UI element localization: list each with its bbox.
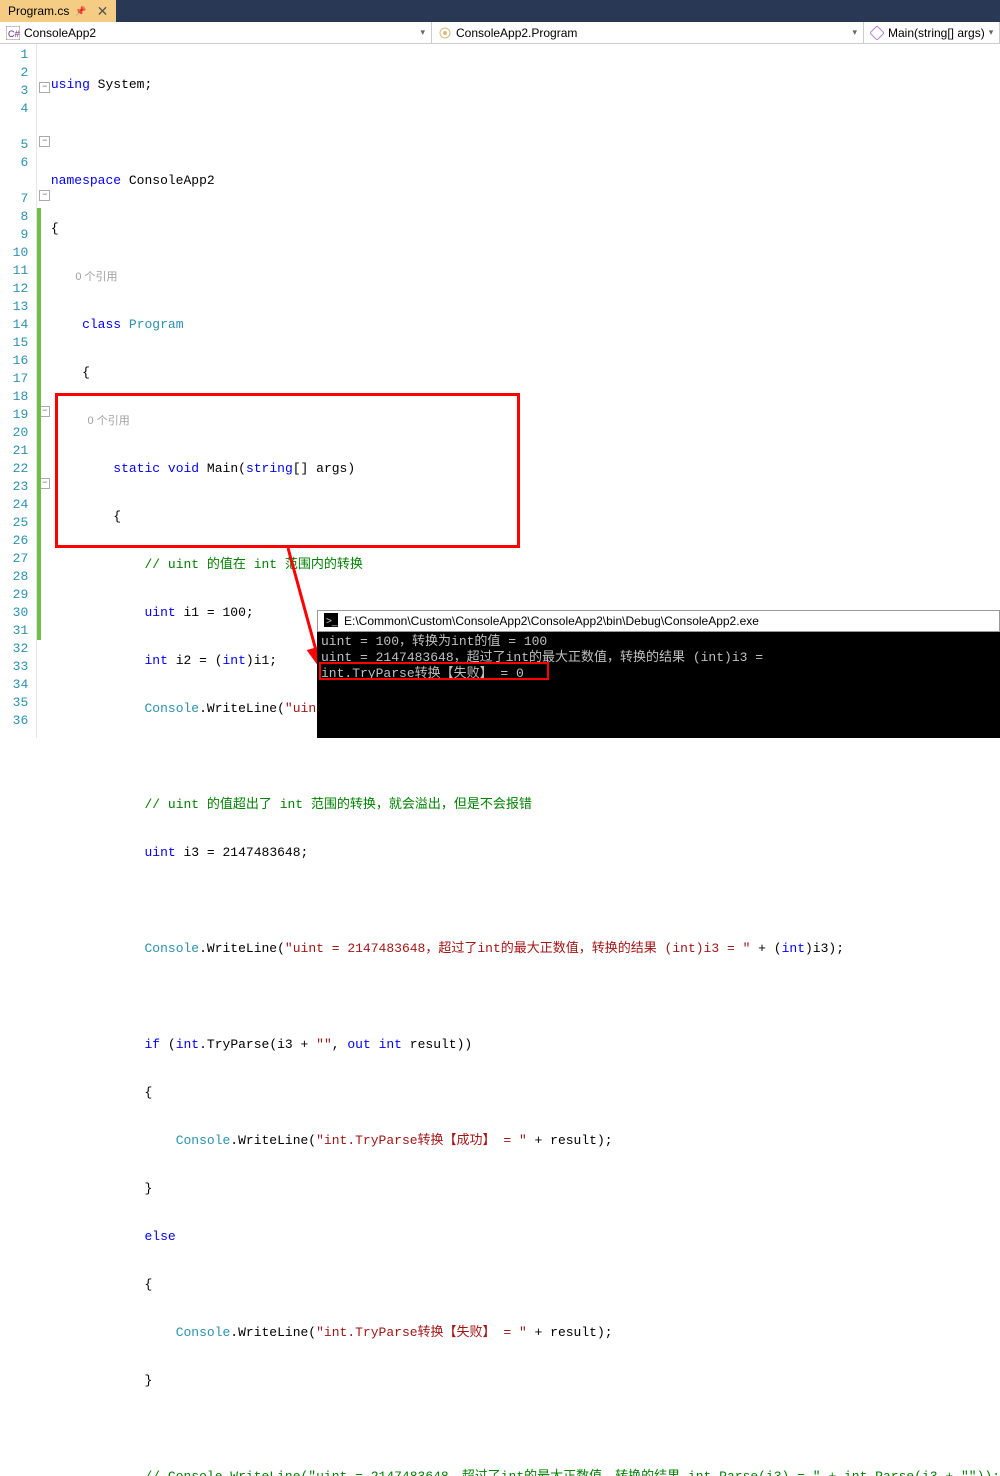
svg-text:C#: C# <box>8 29 20 39</box>
codelens-refs[interactable]: 0 个引用 <box>75 271 117 283</box>
code-nav-bar: C# ConsoleApp2 ▾ ConsoleApp2.Program ▾ M… <box>0 22 1000 44</box>
class-icon <box>438 26 452 40</box>
svg-text:>_: >_ <box>326 616 338 627</box>
method-icon <box>870 26 884 40</box>
nav-project-label: ConsoleApp2 <box>24 26 96 40</box>
fold-column: − − − − − <box>37 44 47 738</box>
kw-namespace: namespace <box>51 173 121 188</box>
nav-method-label: Main(string[] args) <box>888 26 985 40</box>
nav-class-dropdown[interactable]: ConsoleApp2.Program ▾ <box>432 22 864 43</box>
codelens-refs[interactable]: 0 个引用 <box>88 415 130 427</box>
file-tab-bar: Program.cs 📌 ✕ <box>0 0 1000 22</box>
console-title-text: E:\Common\Custom\ConsoleApp2\ConsoleApp2… <box>344 614 759 628</box>
file-tab-program[interactable]: Program.cs 📌 ✕ <box>0 0 116 22</box>
nav-method-dropdown[interactable]: Main(string[] args) ▾ <box>864 22 1000 43</box>
chevron-down-icon: ▾ <box>852 27 857 38</box>
pin-icon[interactable]: 📌 <box>75 6 86 17</box>
csharp-project-icon: C# <box>6 26 20 40</box>
line-number-gutter: 1234 56 78910111213141516171819202122232… <box>0 44 37 738</box>
console-icon: >_ <box>324 613 338 630</box>
tab-label: Program.cs <box>8 4 69 18</box>
nav-class-label: ConsoleApp2.Program <box>456 26 577 40</box>
chevron-down-icon: ▾ <box>989 27 994 38</box>
console-output[interactable]: uint = 100，转换为int的值 = 100 uint = 2147483… <box>317 632 1000 684</box>
kw-using: using <box>51 77 90 92</box>
chevron-down-icon: ▾ <box>420 27 425 38</box>
change-marker <box>37 208 41 640</box>
nav-project-dropdown[interactable]: C# ConsoleApp2 ▾ <box>0 22 432 43</box>
console-window: >_ E:\Common\Custom\ConsoleApp2\ConsoleA… <box>317 610 1000 738</box>
console-titlebar[interactable]: >_ E:\Common\Custom\ConsoleApp2\ConsoleA… <box>317 610 1000 632</box>
close-icon[interactable]: ✕ <box>97 3 109 20</box>
